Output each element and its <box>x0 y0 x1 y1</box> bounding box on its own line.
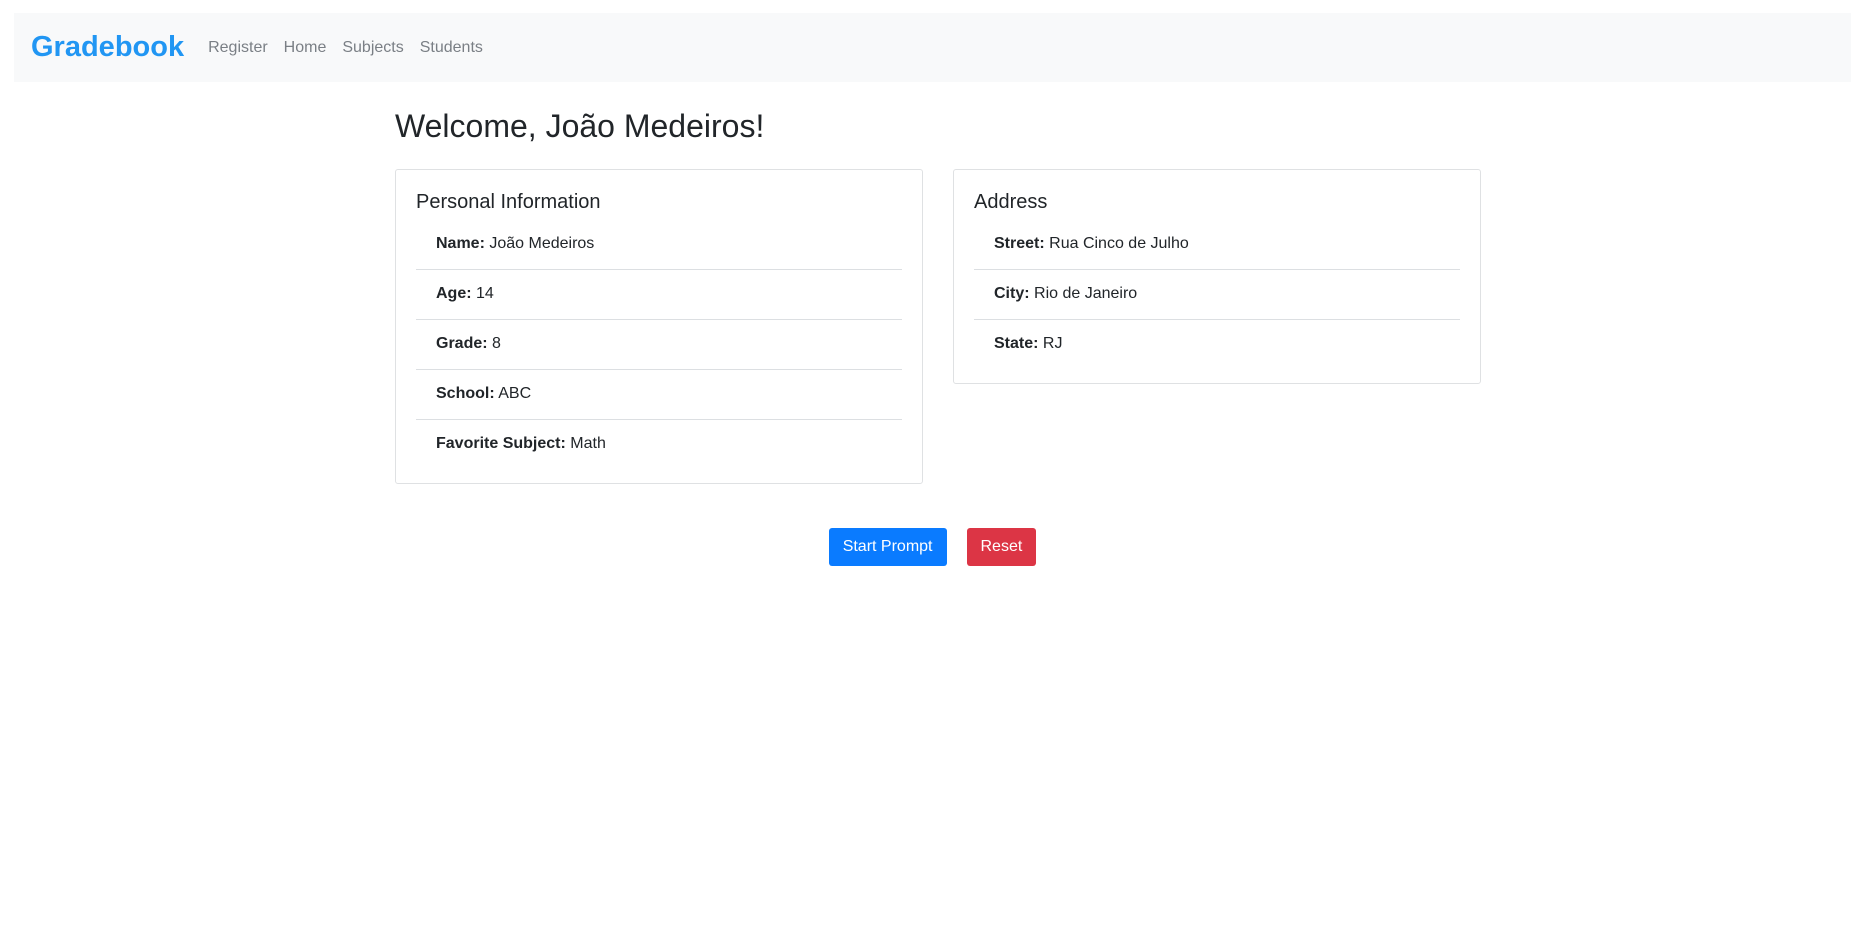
info-label: State: <box>994 335 1039 353</box>
personal-info-card: Personal Information Name: João Medeiros… <box>395 169 923 485</box>
address-card: Address Street: Rua Cinco de Julho City:… <box>953 169 1481 385</box>
page-title: Welcome, João Medeiros! <box>395 108 765 144</box>
info-label: Age: <box>436 285 472 303</box>
address-list: Street: Rua Cinco de Julho City: Rio de … <box>974 220 1460 369</box>
info-value: 8 <box>492 335 501 353</box>
info-value: João Medeiros <box>489 235 595 253</box>
info-label: City: <box>994 285 1030 303</box>
info-cards: Personal Information Name: João Medeiros… <box>395 169 1485 485</box>
nav-link-register[interactable]: Register <box>208 39 268 57</box>
action-buttons: Start Prompt Reset <box>0 528 1865 566</box>
info-item-state: State: RJ <box>974 320 1460 369</box>
info-label: Favorite Subject: <box>436 435 566 453</box>
reset-button[interactable]: Reset <box>966 528 1037 566</box>
info-item-grade: Grade: 8 <box>416 320 902 371</box>
info-item-school: School: ABC <box>416 370 902 421</box>
info-label: School: <box>436 385 495 403</box>
brand-logo[interactable]: Gradebook <box>31 33 184 62</box>
info-value: 14 <box>476 285 494 303</box>
info-label: Street: <box>994 235 1045 253</box>
nav-link-subjects[interactable]: Subjects <box>342 39 403 57</box>
start-prompt-button[interactable]: Start Prompt <box>828 528 947 566</box>
info-item-name: Name: João Medeiros <box>416 220 902 271</box>
nav-link-students[interactable]: Students <box>420 39 483 57</box>
info-label: Name: <box>436 235 485 253</box>
info-value: ABC <box>498 385 532 403</box>
nav-link-home[interactable]: Home <box>284 39 327 57</box>
info-item-city: City: Rio de Janeiro <box>974 270 1460 321</box>
info-item-age: Age: 14 <box>416 270 902 321</box>
personal-info-list: Name: João Medeiros Age: 14 Grade: 8 Sch… <box>416 220 902 469</box>
navbar: Gradebook Register Home Subjects Student… <box>14 13 1851 82</box>
info-item-street: Street: Rua Cinco de Julho <box>974 220 1460 271</box>
info-value: RJ <box>1042 335 1063 353</box>
address-title: Address <box>974 191 1048 214</box>
info-value: Rio de Janeiro <box>1034 285 1138 303</box>
info-value: Math <box>570 435 606 453</box>
info-label: Grade: <box>436 335 488 353</box>
info-value: Rua Cinco de Julho <box>1049 235 1189 253</box>
personal-info-title: Personal Information <box>416 191 601 214</box>
info-item-favorite-subject: Favorite Subject: Math <box>416 420 902 469</box>
main-container: Welcome, João Medeiros! Personal Informa… <box>395 82 1485 485</box>
